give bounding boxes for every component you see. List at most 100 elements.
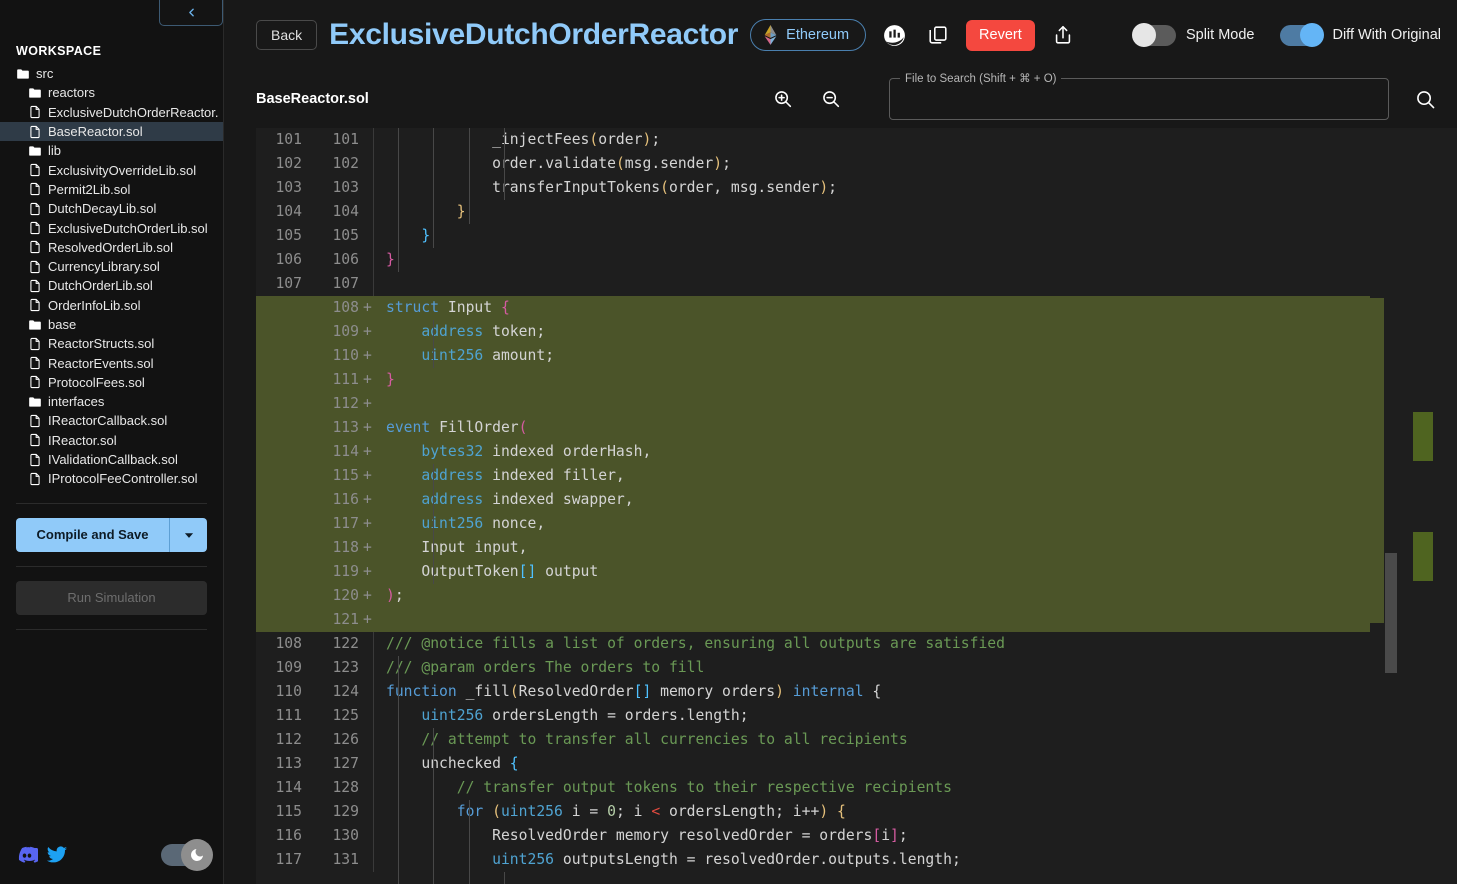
gutter-old-line-number: 104 <box>256 200 310 224</box>
copy-button[interactable] <box>922 19 954 51</box>
code-line[interactable]: 112126 // attempt to transfer all curren… <box>256 728 1457 752</box>
overview-marker-2 <box>1413 532 1433 581</box>
code-line-added[interactable]: 108+struct Input { <box>256 296 1457 320</box>
tree-file-iprotocolfeecontroller[interactable]: IProtocolFeeController.sol <box>0 469 223 488</box>
compile-and-save-button[interactable]: Compile and Save <box>16 518 169 552</box>
code-line-text: ResolvedOrder memory resolvedOrder = ord… <box>374 824 1457 848</box>
tree-file-resolvedorderlib[interactable]: ResolvedOrderLib.sol <box>0 238 223 257</box>
run-simulation-button[interactable]: Run Simulation <box>16 581 207 615</box>
code-line-added[interactable]: 120+); <box>256 584 1457 608</box>
code-line-added[interactable]: 112+ <box>256 392 1457 416</box>
discord-icon[interactable] <box>16 844 38 866</box>
tree-file-ireactor[interactable]: IReactor.sol <box>0 431 223 450</box>
gutter-new-line-number: 122 <box>310 632 363 656</box>
file-icon <box>28 453 42 467</box>
tree-file-ivalidationcallback[interactable]: IValidationCallback.sol <box>0 450 223 469</box>
code-line-added[interactable]: 121+ <box>256 608 1457 632</box>
tree-file-permit2lib[interactable]: Permit2Lib.sol <box>0 180 223 199</box>
code-line[interactable]: 114128 // transfer output tokens to thei… <box>256 776 1457 800</box>
code-line-added[interactable]: 110+ uint256 amount; <box>256 344 1457 368</box>
tree-file-orderinfolib[interactable]: OrderInfoLib.sol <box>0 296 223 315</box>
search-icon <box>1414 88 1437 111</box>
editor-scrollbar-thumb[interactable] <box>1385 553 1397 673</box>
tree-item-label: ExclusiveDutchOrderLib.sol <box>48 221 208 236</box>
gutter-add-marker: + <box>363 512 373 536</box>
theme-toggle[interactable] <box>161 844 207 866</box>
code-line[interactable]: 108122/// @notice fills a list of orders… <box>256 632 1457 656</box>
tree-file-dutchdecaylib[interactable]: DutchDecayLib.sol <box>0 199 223 218</box>
code-line[interactable]: 109123/// @param orders The orders to fi… <box>256 656 1457 680</box>
tree-folder-interfaces[interactable]: interfaces <box>0 392 223 411</box>
editor-scrollbar[interactable] <box>1384 128 1398 884</box>
code-line[interactable]: 115129 for (uint256 i = 0; i < ordersLen… <box>256 800 1457 824</box>
back-button[interactable]: Back <box>256 20 317 50</box>
code-line-added[interactable]: 118+ Input input, <box>256 536 1457 560</box>
twitter-icon[interactable] <box>46 844 68 866</box>
split-mode-toggle[interactable] <box>1134 25 1176 46</box>
tree-file-basereactor[interactable]: BaseReactor.sol <box>0 122 223 141</box>
code-line[interactable]: 116130 ResolvedOrder memory resolvedOrde… <box>256 824 1457 848</box>
code-line[interactable]: 107107 <box>256 272 1457 296</box>
minimap-added-block <box>1370 298 1384 623</box>
tree-file-currencylibrary[interactable]: CurrencyLibrary.sol <box>0 257 223 276</box>
code-line[interactable]: 106106} <box>256 248 1457 272</box>
share-button[interactable] <box>1047 19 1079 51</box>
collapse-sidebar-button[interactable] <box>159 0 223 26</box>
gutter-new-line-number: 106 <box>310 248 363 272</box>
tree-file-dutchorderlib[interactable]: DutchOrderLib.sol <box>0 276 223 295</box>
gutter-old-line-number: 102 <box>256 152 310 176</box>
gutter-divider <box>373 608 374 632</box>
tree-file-exclusivedutchorderreactor[interactable]: ExclusiveDutchOrderReactor.sol <box>0 103 223 122</box>
diff-with-original-toggle[interactable] <box>1280 25 1322 46</box>
tree-folder-reactors[interactable]: reactors <box>0 83 223 102</box>
revert-button[interactable]: Revert <box>966 20 1035 51</box>
code-line-added[interactable]: 115+ address indexed filler, <box>256 464 1457 488</box>
code-line-text: } <box>374 248 1457 272</box>
code-line[interactable]: 111125 uint256 ordersLength = orders.len… <box>256 704 1457 728</box>
code-line[interactable]: 117131 uint256 outputsLength = resolvedO… <box>256 848 1457 872</box>
tree-folder-src[interactable]: src <box>0 64 223 83</box>
tree-folder-base[interactable]: base <box>0 315 223 334</box>
zoom-out-button[interactable] <box>815 83 847 115</box>
code-line[interactable]: 102102 order.validate(msg.sender); <box>256 152 1457 176</box>
code-line[interactable]: 113127 unchecked { <box>256 752 1457 776</box>
zoom-in-button[interactable] <box>767 83 799 115</box>
tree-item-label: IReactor.sol <box>48 433 117 448</box>
analytics-button[interactable] <box>878 19 910 51</box>
gutter-add-marker: + <box>363 344 373 368</box>
code-line-added[interactable]: 113+event FillOrder( <box>256 416 1457 440</box>
code-line[interactable]: 101101 _injectFees(order); <box>256 128 1457 152</box>
code-line-added[interactable]: 114+ bytes32 indexed orderHash, <box>256 440 1457 464</box>
chain-selector[interactable]: Ethereum <box>750 19 866 51</box>
code-line-added[interactable]: 116+ address indexed swapper, <box>256 488 1457 512</box>
tree-file-exclusivedutchorderlib[interactable]: ExclusiveDutchOrderLib.sol <box>0 218 223 237</box>
code-line[interactable]: 105105 } <box>256 224 1457 248</box>
gutter-old-line-number: 101 <box>256 128 310 152</box>
gutter-new-line-number: 120 <box>310 584 363 608</box>
code-line-added[interactable]: 109+ address token; <box>256 320 1457 344</box>
gutter-old-line-number: 114 <box>256 776 310 800</box>
code-line-added[interactable]: 117+ uint256 nonce, <box>256 512 1457 536</box>
tree-folder-lib[interactable]: lib <box>0 141 223 160</box>
compile-options-button[interactable] <box>169 518 207 552</box>
tree-file-ireactorcallback[interactable]: IReactorCallback.sol <box>0 411 223 430</box>
code-line-added[interactable]: 111+} <box>256 368 1457 392</box>
tree-file-protocolfees[interactable]: ProtocolFees.sol <box>0 373 223 392</box>
code-lines-container[interactable]: 101101 _injectFees(order);102102 order.v… <box>256 128 1457 884</box>
tree-file-reactorstructs[interactable]: ReactorStructs.sol <box>0 334 223 353</box>
diff-editor[interactable]: 101101 _injectFees(order);102102 order.v… <box>256 128 1457 884</box>
file-search-input[interactable] <box>890 79 1388 119</box>
code-line-added[interactable]: 119+ OutputToken[] output <box>256 560 1457 584</box>
tree-file-exclusivityoverridelib[interactable]: ExclusivityOverrideLib.sol <box>0 160 223 179</box>
tree-file-reactorevents[interactable]: ReactorEvents.sol <box>0 353 223 372</box>
code-line[interactable]: 103103 transferInputTokens(order, msg.se… <box>256 176 1457 200</box>
search-submit-button[interactable] <box>1409 83 1441 115</box>
file-icon <box>28 202 42 216</box>
file-icon <box>28 356 42 370</box>
tree-item-label: lib <box>48 143 61 158</box>
diff-toggle-knob <box>1300 23 1324 47</box>
file-icon <box>28 240 42 254</box>
code-line-text: address indexed swapper, <box>374 488 1457 512</box>
code-line[interactable]: 104104 } <box>256 200 1457 224</box>
code-line[interactable]: 110124function _fill(ResolvedOrder[] mem… <box>256 680 1457 704</box>
